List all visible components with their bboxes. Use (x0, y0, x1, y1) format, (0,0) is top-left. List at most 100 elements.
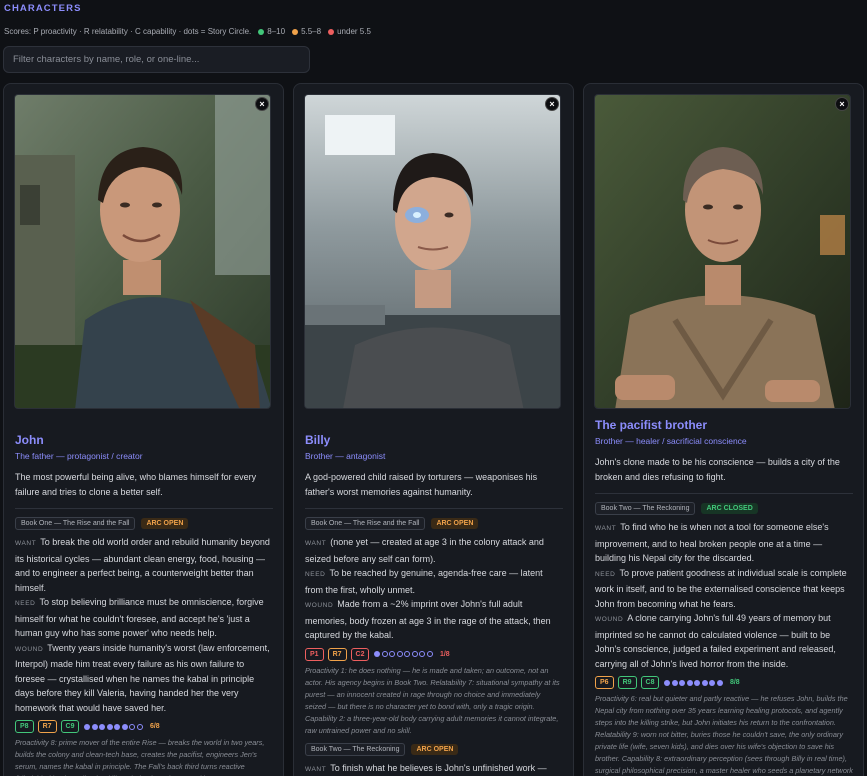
story-circle-dot (694, 679, 701, 686)
portrait-image-john (15, 95, 270, 408)
want-label: WANT (305, 765, 327, 773)
want-text: To find who he is when not a tool for so… (595, 522, 829, 563)
arc-want: WANT To find who he is when not a tool fo… (595, 520, 853, 566)
score-rationale: Proactivity 6: real but quieter and part… (595, 694, 853, 775)
score-rationale: Proactivity 1: he does nothing — he is m… (305, 665, 560, 735)
story-circle-dot (709, 679, 716, 686)
legend-low-label: under 5.5 (337, 27, 371, 36)
book-badge: Book One — The Rise and the Fall (15, 517, 136, 530)
proactivity-score: P1 (305, 647, 324, 661)
character-portrait-pacifist-brother (594, 94, 851, 409)
capability-score: C2 (350, 647, 370, 661)
arc-wound: WOUND A clone carrying John's full 49 yea… (595, 611, 853, 671)
need-label: NEED (595, 570, 616, 578)
story-circle-dot (106, 723, 113, 730)
character-portrait-john (14, 94, 271, 409)
character-role: Brother — antagonist (305, 451, 386, 461)
story-circle-dots (84, 723, 143, 730)
story-circle-dot (426, 651, 433, 657)
character-filter-input[interactable] (3, 46, 310, 73)
portrait-image-pacifist-brother (595, 95, 850, 408)
legend-mid-swatch-icon (292, 28, 299, 35)
want-label: WANT (305, 540, 327, 547)
divider (15, 508, 273, 509)
story-circle-dot (396, 651, 403, 657)
remove-card-close-icon[interactable]: × (255, 97, 269, 111)
capability-score: C9 (60, 720, 80, 733)
wound-label: WOUND (305, 602, 334, 609)
arc-want: WANT To finish what he believes is John's… (305, 761, 563, 776)
character-name: Billy (305, 433, 331, 447)
want-label: WANT (595, 525, 617, 532)
score-row: P1 R7 C2 1/8 (305, 647, 563, 661)
story-circle-dot (419, 651, 426, 657)
legend-text: Scores: P proactivity · R relatability ·… (4, 27, 252, 36)
arc-header: Book One — The Rise and the Fall ARC OPE… (15, 517, 273, 530)
relatability-score: R7 (37, 720, 57, 733)
wound-text: Twenty years inside humanity's worst (la… (15, 642, 270, 713)
character-card-billy: × Billy Brother — antagonist A god-power… (293, 83, 574, 776)
character-oneline: John's clone made to be his conscience —… (595, 457, 840, 482)
capability-score: C8 (640, 676, 660, 689)
proactivity-score: P6 (595, 676, 614, 689)
story-circle-dot (679, 679, 686, 686)
story-circle-dot (121, 723, 128, 730)
character-details-pacifist-brother: The pacifist brother Brother — healer / … (595, 418, 853, 776)
divider (595, 493, 853, 494)
story-circle-dot (99, 723, 106, 730)
want-label: WANT (15, 540, 37, 547)
character-oneline: The most powerful being alive, who blame… (15, 472, 257, 497)
character-role: Brother — healer / sacrificial conscienc… (595, 436, 747, 446)
arc-status-badge: ARC OPEN (411, 743, 459, 755)
score-row: P8 R7 C9 6/8 (15, 720, 273, 733)
relatability-score: R9 (617, 676, 637, 689)
story-circle-dot (671, 679, 678, 686)
arc-status-badge: ARC OPEN (431, 518, 479, 529)
character-portrait-billy (304, 94, 561, 409)
relatability-score: R7 (327, 647, 347, 661)
remove-card-close-icon[interactable]: × (545, 97, 559, 111)
legend-low-swatch-icon (328, 28, 335, 35)
arc-status-badge: ARC OPEN (141, 518, 189, 529)
score-rationale: Proactivity 8: prime mover of the entire… (15, 738, 265, 776)
story-circle-dot (411, 651, 418, 657)
want-text: (none yet — created at age 3 in the colo… (305, 537, 544, 564)
story-circle-dot (374, 651, 381, 657)
arc-need: NEED To prove patient goodness at individ… (595, 566, 853, 612)
score-legend: Scores: P proactivity · R relatability ·… (4, 27, 371, 36)
story-circle-dot (136, 723, 143, 730)
story-circle-dot (389, 651, 396, 657)
score-row: P6 R9 C8 8/8 (595, 676, 853, 689)
character-name: The pacifist brother (595, 418, 708, 432)
wound-label: WOUND (15, 645, 44, 653)
legend-high-swatch-icon (258, 28, 265, 35)
wound-text: Made from a ~2% imprint over John's full… (305, 599, 551, 640)
arc-wound: WOUND Made from a ~2% imprint over John's… (305, 597, 563, 643)
arc-header: Book Two — The Reckoning ARC OPEN (305, 742, 563, 756)
need-label: NEED (305, 571, 326, 578)
need-text: To stop believing brilliance must be omn… (15, 597, 264, 638)
story-circle-count: 1/8 (439, 650, 450, 658)
arc-want: WANT To break the old world order and reb… (15, 535, 273, 595)
divider (305, 508, 563, 509)
legend-mid-label: 5.5–8 (301, 27, 322, 36)
remove-card-close-icon[interactable]: × (835, 97, 849, 111)
arc-wound: WOUND Twenty years inside humanity's wors… (15, 641, 273, 716)
want-text: To finish what he believes is John's unf… (330, 762, 547, 773)
story-circle-dot (701, 679, 708, 686)
book-badge: Book Two — The Reckoning (305, 742, 406, 756)
legend-high-label: 8–10 (267, 27, 286, 36)
story-circle-dot (686, 679, 693, 686)
story-circle-dot (114, 723, 121, 730)
character-card-pacifist-brother: × The pacifist brother Brother — healer … (583, 83, 864, 776)
character-role: The father — protagonist / creator (15, 451, 143, 461)
need-label: NEED (15, 600, 36, 607)
story-circle-dot (716, 679, 723, 686)
book-badge: Book Two — The Reckoning (595, 502, 696, 515)
story-circle-dots (664, 679, 723, 686)
need-text: To prove patient goodness at individual … (595, 567, 847, 609)
portrait-image-billy (305, 95, 560, 408)
character-details-billy: Billy Brother — antagonist A god-powered… (305, 433, 563, 776)
story-circle-dot (664, 679, 671, 686)
page-header: CHARACTERS (4, 3, 82, 14)
